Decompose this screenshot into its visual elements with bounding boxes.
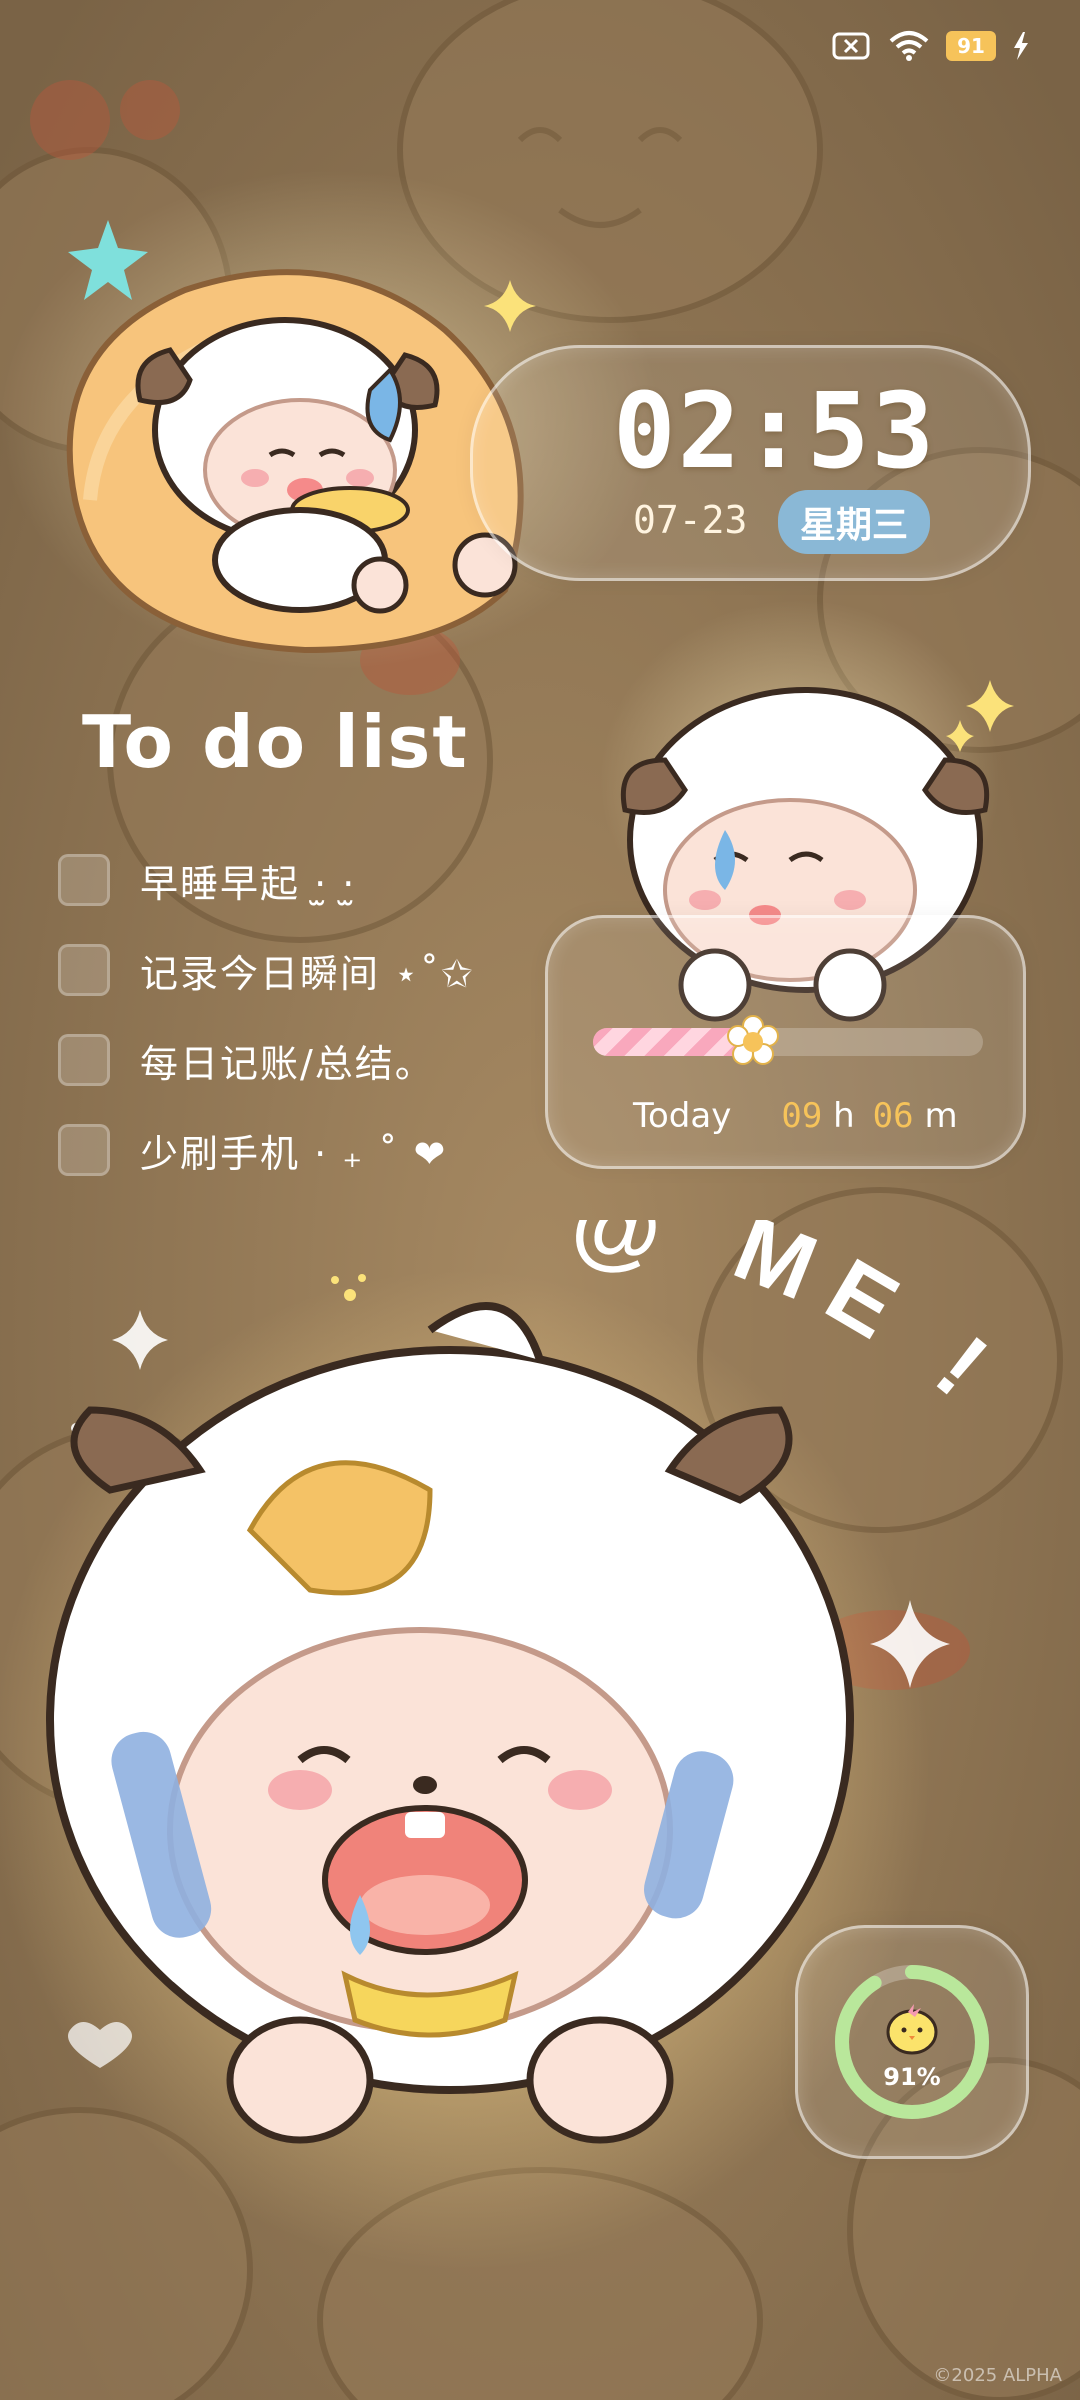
todo-label: 少刷手机 · ₊ ˚ ❤ [140,1131,448,1176]
weekday-badge: 星期三 [778,490,931,554]
wifi-icon [888,30,930,62]
me-text: @ ME ! [569,1220,1000,1430]
minutes-unit: m [924,1096,958,1136]
hours-unit: h [833,1096,855,1136]
status-bar: 91 [832,30,1030,62]
todo-list: 早睡早起 ·̫ ·̫ 记录今日瞬间 ⋆˚✩ 每日记账/总结。 少刷手机 · ₊ … [58,835,475,1195]
todo-checkbox[interactable] [58,1034,110,1086]
battery-icon: 91 [946,31,996,61]
screen-time-progress-bar [593,1015,983,1065]
todo-title: To do list [82,700,469,784]
charging-bolt-icon [1012,31,1030,61]
todo-item[interactable]: 早睡早起 ·̫ ·̫ [58,835,475,925]
battery-level-text: 91 [957,34,985,58]
todo-checkbox[interactable] [58,854,110,906]
me-decor-text: @ ME ! [569,1220,1022,1430]
clock-time: 02:53 [613,370,937,492]
no-sim-icon [832,31,872,61]
clock-widget[interactable]: 02:53 07-23 星期三 [470,345,1031,581]
battery-percent: 91% [883,2063,941,2091]
todo-item[interactable]: 记录今日瞬间 ⋆˚✩ [58,925,475,1015]
screen-time-hours: 09 [781,1096,823,1136]
todo-checkbox[interactable] [58,1124,110,1176]
copyright-text: ©2025 ALPHA [933,2365,1062,2386]
screen-time-minutes: 06 [872,1096,914,1136]
todo-label: 记录今日瞬间 ⋆˚✩ [140,951,475,996]
svg-text:@ ME !: @ ME ! [569,1220,1022,1430]
clock-date: 07-23 [633,498,748,542]
todo-label: 每日记账/总结。 [140,1041,435,1086]
chick-icon [886,2004,938,2055]
battery-widget[interactable]: 91% [795,1925,1029,2159]
todo-checkbox[interactable] [58,944,110,996]
screen-time-widget[interactable]: Today 09 h 06 m [545,915,1026,1169]
todo-item[interactable]: 少刷手机 · ₊ ˚ ❤ [58,1105,475,1195]
flower-icon [726,1015,779,1065]
todo-label: 早睡早起 ·̫ ·̫ [140,861,357,906]
today-label: Today [633,1096,732,1136]
todo-item[interactable]: 每日记账/总结。 [58,1015,475,1105]
screen-time-summary: Today 09 h 06 m [633,1096,958,1136]
